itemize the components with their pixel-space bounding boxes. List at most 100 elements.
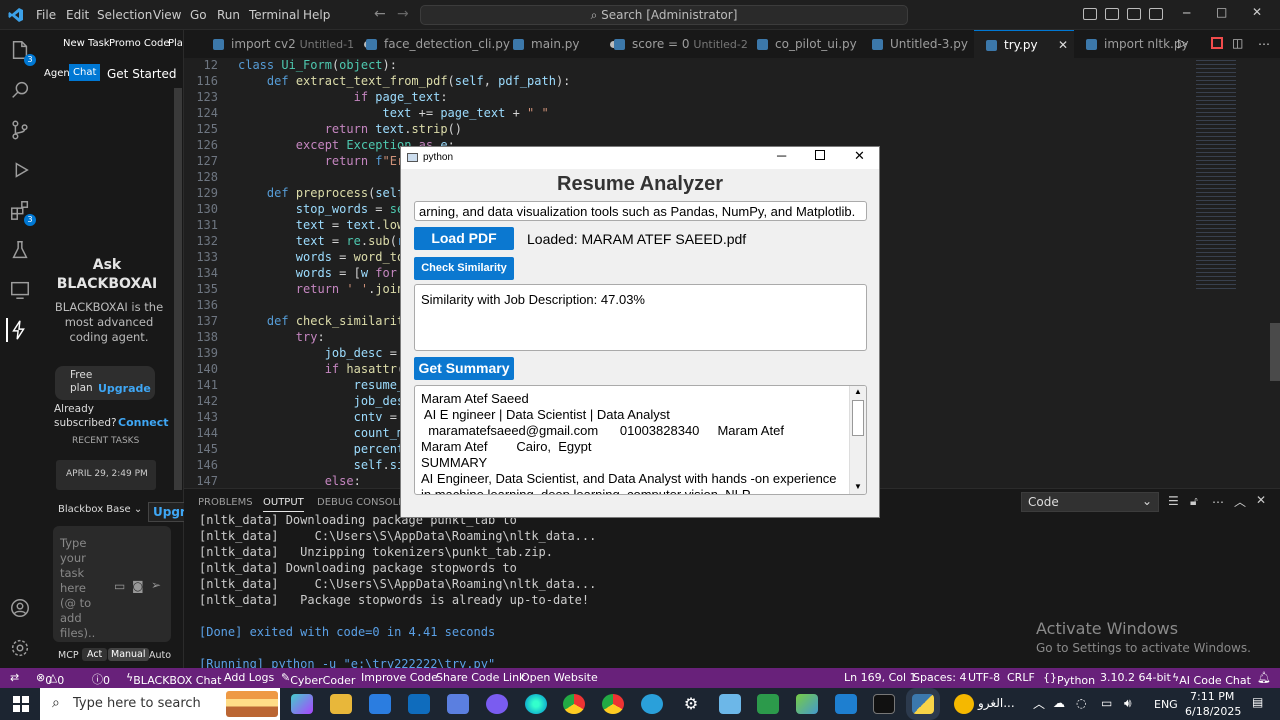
explorer-icon[interactable]: 3 <box>8 38 36 66</box>
maximize-panel-icon[interactable]: ︿ <box>1234 493 1246 510</box>
notepad-icon[interactable] <box>719 694 741 714</box>
plan-link[interactable]: Pla <box>168 38 183 49</box>
status-cursor-position[interactable]: Ln 169, Col 1 <box>844 671 917 684</box>
run-debug-icon[interactable] <box>8 158 32 182</box>
search-view-icon[interactable] <box>8 78 32 102</box>
blackbox-icon[interactable] <box>6 318 30 342</box>
chat-tab[interactable]: Chat <box>69 64 101 81</box>
tab-close-icon[interactable]: ✕ <box>1058 31 1068 59</box>
similarity-result-box[interactable]: Similarity with Job Description: 47.03% <box>414 284 867 351</box>
problems-indicator[interactable]: ⊗ 0 △ 0 <box>36 671 64 687</box>
status-language[interactable]: {} Python <box>1043 671 1095 687</box>
mode-act[interactable]: Act <box>82 648 108 661</box>
summary-text-box[interactable]: Maram Atef Saeed AI E ngineer | Data Sci… <box>414 385 867 495</box>
status-cybercoder[interactable]: ✎ CyberCoder <box>281 671 355 687</box>
tab-untitled-3[interactable]: Untitled-3.py <box>860 30 968 58</box>
tab-import-cv2[interactable]: import cv2 Untitled-1 <box>201 30 372 58</box>
extensions-icon[interactable]: 3 <box>8 198 36 226</box>
panel-tab-output[interactable]: OUTPUT <box>263 497 304 512</box>
output-channel-select[interactable]: Code ⌄ <box>1021 492 1159 512</box>
app-icon-green[interactable] <box>757 694 779 714</box>
mode-manual[interactable]: Manual <box>108 648 149 661</box>
network-icon[interactable]: ▭ <box>1101 696 1112 710</box>
status-interpreter[interactable]: 3.10.2 64-bit <box>1100 671 1171 684</box>
minimize-icon[interactable]: ─ <box>1183 6 1190 20</box>
file-explorer-icon[interactable] <box>330 694 352 714</box>
weather-icon[interactable] <box>954 694 974 714</box>
menu-view[interactable]: View <box>153 8 181 22</box>
tab-co-pilot-ui[interactable]: co_pilot_ui.py <box>745 30 857 58</box>
toggle-panel-icon[interactable] <box>1105 8 1119 20</box>
camera-icon[interactable]: ◙ <box>132 579 144 593</box>
scroll-up-icon[interactable]: ▲ <box>854 387 862 396</box>
more-icon[interactable]: … <box>1212 492 1224 506</box>
python-taskbar-icon[interactable] <box>912 694 934 714</box>
lock-scroll-icon[interactable]: 🔓︎ <box>1190 494 1198 509</box>
dialog-minimize-icon[interactable]: ─ <box>777 148 786 163</box>
remote-explorer-icon[interactable] <box>8 278 32 302</box>
outlook-icon[interactable] <box>408 694 430 714</box>
stop-icon[interactable] <box>1211 37 1223 49</box>
menu-edit[interactable]: Edit <box>66 8 89 22</box>
status-open-website[interactable]: Open Website <box>521 671 598 684</box>
source-control-icon[interactable] <box>8 118 32 142</box>
vscode-taskbar-icon[interactable] <box>835 694 857 714</box>
status-eol[interactable]: CRLF <box>1007 671 1035 684</box>
tab-main[interactable]: main.py <box>501 30 617 58</box>
command-center-search[interactable]: ⌕ Search [Administrator] <box>420 5 908 25</box>
settings-gear-icon[interactable] <box>8 636 32 660</box>
maximize-icon[interactable]: □ <box>1216 5 1227 19</box>
back-arrow-icon[interactable]: ← <box>374 6 386 22</box>
media-player-icon[interactable] <box>486 694 508 714</box>
dialog-close-icon[interactable]: ✕ <box>854 148 865 164</box>
menu-file[interactable]: File <box>36 8 56 22</box>
status-indentation[interactable]: Spaces: 4 <box>913 671 966 684</box>
upgrade-link[interactable]: Upgrade <box>98 382 151 395</box>
send-icon[interactable]: ➢ <box>151 578 161 592</box>
get-summary-button[interactable]: Get Summary <box>414 357 514 380</box>
menu-help[interactable]: Help <box>303 8 330 22</box>
taskbar-search-box[interactable]: ⌕ Type here to search <box>40 688 280 720</box>
new-task-link[interactable]: New Task <box>63 38 110 49</box>
app-icon-blue[interactable] <box>447 694 469 714</box>
volume-icon[interactable]: 🔊︎ <box>1124 696 1132 711</box>
panel-tab-debug-console[interactable]: DEBUG CONSOLE <box>317 497 405 508</box>
attach-folder-icon[interactable]: ▭ <box>114 579 125 593</box>
mode-auto[interactable]: Auto <box>149 650 171 661</box>
task-input[interactable]: Type your task here (@ to add files).. ▭… <box>53 526 171 642</box>
tab-face-detection[interactable]: face_detection_cli.py <box>354 30 510 58</box>
tab-try[interactable]: try.py ✕ <box>974 30 1074 58</box>
job-description-input[interactable]: arning, and data visualization tools suc… <box>414 201 867 221</box>
menu-go[interactable]: Go <box>190 8 207 22</box>
menu-run[interactable]: Run <box>217 8 240 22</box>
chrome-icon[interactable] <box>563 694 585 714</box>
app-icon-colorful[interactable] <box>796 694 818 714</box>
windows-start-icon[interactable] <box>13 696 29 712</box>
remote-indicator-icon[interactable]: ⇄ <box>10 671 19 684</box>
menu-selection[interactable]: Selection <box>97 8 152 22</box>
status-share-code-link[interactable]: Share Code Link <box>436 671 525 684</box>
tab-import-nltk[interactable]: import nltk.py <box>1074 30 1189 58</box>
notification-center-icon[interactable]: ▤ <box>1252 695 1263 709</box>
connect-link[interactable]: Connect <box>118 416 169 429</box>
clear-output-icon[interactable]: ☰ <box>1168 494 1179 508</box>
forward-arrow-icon[interactable]: → <box>397 6 409 22</box>
telegram-icon[interactable] <box>641 694 663 714</box>
testing-icon[interactable] <box>8 238 32 262</box>
status-add-logs[interactable]: Add Logs <box>224 671 274 684</box>
info-indicator[interactable]: ⓘ 0 <box>92 671 110 687</box>
minimap[interactable] <box>1190 58 1280 488</box>
minimap-scrollbar[interactable] <box>1270 323 1280 381</box>
close-window-icon[interactable]: ✕ <box>1252 5 1262 19</box>
run-file-icon[interactable]: ▷ <box>1178 36 1187 50</box>
status-encoding[interactable]: UTF-8 <box>968 671 1000 684</box>
load-pdf-button[interactable]: Load PDF <box>414 227 514 250</box>
scroll-down-icon[interactable]: ▼ <box>854 482 862 491</box>
recent-task-item[interactable]: APRIL 29, 2:49 PM <box>56 460 156 490</box>
terminal-icon[interactable] <box>873 694 895 714</box>
close-panel-icon[interactable]: ✕ <box>1256 493 1266 507</box>
menu-terminal[interactable]: Terminal <box>249 8 300 22</box>
split-editor-icon[interactable]: ◫ <box>1232 36 1243 50</box>
clock-date[interactable]: 6/18/2025 <box>1185 705 1241 718</box>
summary-scrollbar[interactable]: ▲ ▼ <box>849 386 866 494</box>
